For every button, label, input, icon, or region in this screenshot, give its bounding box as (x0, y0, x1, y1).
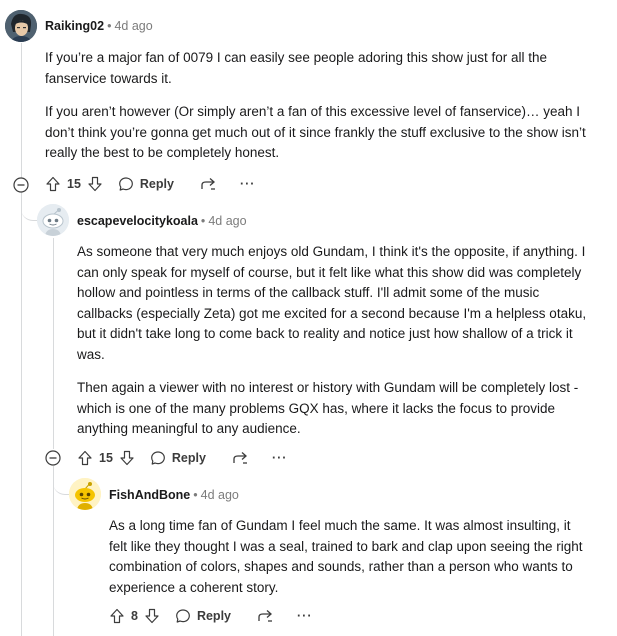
avatar-snoo-yellow-icon (69, 478, 101, 510)
reply-icon (176, 609, 190, 623)
more-icon: ··· (297, 609, 313, 623)
upvote-icon (78, 450, 92, 466)
avatar[interactable] (37, 204, 69, 236)
vote-group: 15 (77, 450, 135, 466)
share-icon (201, 178, 215, 190)
comment-body: If you’re a major fan of 0079 I can easi… (45, 48, 600, 164)
upvote-button[interactable] (109, 608, 125, 624)
meta-separator: • (200, 214, 206, 228)
comment-actions: 15 Reply ··· (45, 172, 255, 196)
vote-group: 15 (45, 176, 103, 192)
comment-paragraph: As a long time fan of Gundam I feel much… (109, 518, 583, 595)
more-options-button[interactable]: ··· (240, 177, 256, 191)
reply-label: Reply (171, 451, 206, 465)
thread-line-child (53, 238, 54, 449)
collapse-icon (13, 177, 29, 193)
downvote-icon (88, 176, 102, 192)
share-button[interactable] (232, 450, 250, 466)
comment-timestamp[interactable]: 4d ago (201, 488, 239, 502)
comment-paragraph: As someone that very much enjoys old Gun… (77, 244, 587, 362)
reply-label: Reply (196, 609, 231, 623)
share-button[interactable] (257, 608, 275, 624)
comment-meta: FishAndBone • 4d ago (109, 487, 239, 503)
more-icon: ··· (271, 451, 288, 465)
more-icon: ··· (239, 177, 256, 191)
reply-button[interactable]: Reply (118, 176, 174, 192)
more-options-button[interactable]: ··· (272, 451, 288, 465)
comment-paragraph: Then again a viewer with no interest or … (77, 380, 579, 436)
avatar-snoo-icon (37, 204, 69, 236)
reply-label: Reply (139, 177, 174, 191)
share-icon (233, 452, 247, 464)
reply-icon (151, 451, 165, 465)
vote-count: 15 (67, 177, 81, 191)
meta-separator: • (107, 19, 112, 33)
share-button[interactable] (200, 176, 218, 192)
collapse-button[interactable] (45, 450, 61, 466)
reply-icon (119, 177, 133, 191)
upvote-icon (46, 176, 60, 192)
comment-timestamp[interactable]: 4d ago (208, 214, 246, 228)
avatar-anime-character-icon (5, 10, 37, 42)
reply-button[interactable]: Reply (175, 608, 231, 624)
thread-elbow-2 (53, 466, 69, 495)
comment-author[interactable]: Raiking02 (45, 19, 104, 33)
collapse-button[interactable] (13, 177, 29, 193)
vote-count: 8 (131, 609, 138, 623)
vote-count: 15 (99, 451, 113, 465)
comment-paragraph: If you’re a major fan of 0079 I can easi… (45, 50, 548, 86)
comment-body: As a long time fan of Gundam I feel much… (109, 516, 584, 598)
downvote-button[interactable] (144, 608, 160, 624)
upvote-button[interactable] (45, 176, 61, 192)
vote-group: 8 (109, 608, 160, 624)
downvote-icon (120, 450, 134, 466)
comment-meta: Raiking02 • 4d ago (45, 18, 153, 34)
thread-elbow-1 (21, 192, 37, 221)
comment-actions: 8 Reply ··· (109, 604, 313, 628)
meta-separator: • (193, 488, 198, 502)
downvote-button[interactable] (119, 450, 135, 466)
avatar[interactable] (5, 10, 37, 42)
comment-author[interactable]: FishAndBone (109, 488, 190, 502)
comment-author[interactable]: escapevelocitykoala (77, 214, 198, 228)
upvote-button[interactable] (77, 450, 93, 466)
downvote-button[interactable] (87, 176, 103, 192)
thread-line-child-lower (53, 466, 54, 636)
upvote-icon (110, 608, 124, 624)
comment-paragraph: If you aren’t however (Or simply aren’t … (45, 104, 586, 160)
avatar[interactable] (69, 478, 101, 510)
collapse-icon (45, 450, 61, 466)
downvote-icon (145, 608, 159, 624)
share-icon (258, 610, 272, 622)
comment-meta: escapevelocitykoala • 4d ago (77, 213, 247, 229)
more-options-button[interactable]: ··· (297, 609, 313, 623)
thread-line-root (21, 43, 22, 179)
reply-button[interactable]: Reply (150, 450, 206, 466)
thread-line-root-lower (21, 192, 22, 636)
comment-actions: 15 Reply ··· (77, 446, 287, 470)
comment-body: As someone that very much enjoys old Gun… (77, 242, 597, 440)
comment-timestamp[interactable]: 4d ago (114, 19, 152, 33)
